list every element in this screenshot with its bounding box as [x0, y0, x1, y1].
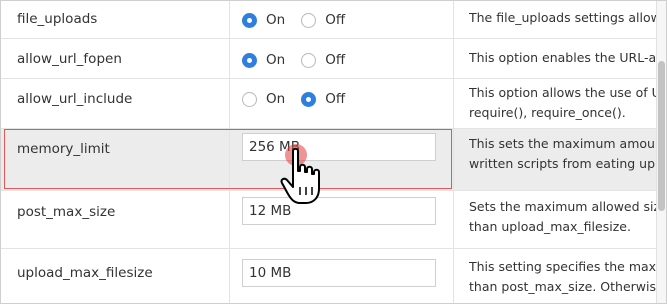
column-divider — [229, 249, 230, 303]
setting-description: This sets the maximum amount o written s… — [469, 134, 667, 174]
post-max-size-input[interactable] — [242, 197, 436, 225]
setting-name: file_uploads — [17, 11, 98, 27]
upload-max-filesize-input[interactable] — [242, 259, 436, 287]
file-uploads-off-radio[interactable] — [301, 12, 317, 28]
description-line: The file_uploads settings allow y — [469, 10, 667, 25]
setting-row-allow-url-include: allow_url_include On Off This option all… — [1, 79, 667, 129]
description-line: This option enables the URL-awa — [469, 50, 667, 65]
setting-name: post_max_size — [17, 204, 116, 220]
column-divider — [229, 39, 230, 78]
description-line: than post_max_size. Otherwise, — [469, 279, 667, 294]
column-divider — [229, 191, 230, 248]
setting-row-memory-limit: memory_limit This sets the maximum amoun… — [1, 129, 667, 191]
setting-description: This option enables the URL-awa — [469, 48, 667, 68]
radio-label[interactable]: On — [266, 52, 285, 68]
vertical-scrollbar[interactable] — [656, 1, 666, 303]
description-line: require(), require_once(). — [469, 105, 626, 120]
scrollbar-thumb[interactable] — [658, 61, 665, 211]
setting-row-post-max-size: post_max_size Sets the maximum allowed s… — [1, 191, 667, 249]
setting-row-file-uploads: file_uploads On Off The file_uploads set… — [1, 1, 667, 39]
setting-description: This option allows the use of UR require… — [469, 83, 667, 123]
column-divider — [453, 249, 454, 303]
setting-description: Sets the maximum allowed size o than upl… — [469, 197, 667, 237]
column-divider — [453, 1, 454, 38]
radio-label[interactable]: On — [266, 91, 285, 107]
column-divider — [453, 79, 454, 128]
column-divider — [229, 79, 230, 128]
file-uploads-on-radio[interactable] — [242, 12, 257, 28]
description-line: than upload_max_filesize. — [469, 219, 631, 234]
column-divider — [229, 129, 230, 190]
column-divider — [453, 191, 454, 248]
allow-url-include-on-radio[interactable] — [242, 91, 257, 107]
allow-url-include-radio-group: On Off — [242, 91, 361, 107]
description-line: This sets the maximum amount o — [469, 136, 667, 151]
allow-url-include-off-radio[interactable] — [301, 91, 317, 107]
description-line: written scripts from eating up al — [469, 156, 667, 171]
file-uploads-radio-group: On Off — [242, 12, 361, 28]
radio-label[interactable]: Off — [325, 52, 345, 68]
description-line: Sets the maximum allowed size o — [469, 199, 667, 214]
setting-name: allow_url_include — [17, 91, 133, 107]
allow-url-fopen-radio-group: On Off — [242, 52, 361, 68]
radio-label[interactable]: On — [266, 12, 285, 28]
allow-url-fopen-off-radio[interactable] — [301, 52, 317, 68]
setting-row-upload-max-filesize: upload_max_filesize This setting specifi… — [1, 249, 667, 303]
setting-name: allow_url_fopen — [17, 51, 122, 67]
description-line: This option allows the use of UR — [469, 85, 667, 100]
memory-limit-input[interactable] — [242, 133, 436, 161]
column-divider — [453, 39, 454, 78]
setting-description: The file_uploads settings allow y — [469, 8, 667, 28]
radio-label[interactable]: Off — [325, 91, 345, 107]
column-divider — [453, 129, 454, 190]
column-divider — [229, 1, 230, 38]
allow-url-fopen-on-radio[interactable] — [242, 52, 257, 68]
setting-row-allow-url-fopen: allow_url_fopen On Off This option enabl… — [1, 39, 667, 79]
setting-name: memory_limit — [17, 141, 110, 157]
description-line: This setting specifies the maximu — [469, 259, 667, 274]
setting-name: upload_max_filesize — [17, 265, 153, 281]
setting-description: This setting specifies the maximu than p… — [469, 257, 667, 297]
php-settings-panel: file_uploads On Off The file_uploads set… — [0, 0, 667, 304]
radio-label[interactable]: Off — [325, 12, 345, 28]
